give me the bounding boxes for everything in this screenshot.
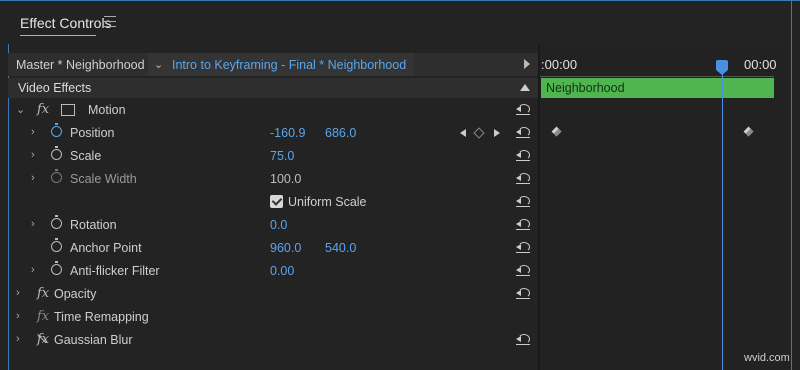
video-effects-title: Video Effects xyxy=(18,81,92,95)
panel-frame-right xyxy=(791,0,792,370)
time-ruler[interactable] xyxy=(540,76,774,77)
panel-title[interactable]: Effect Controls xyxy=(20,15,112,31)
chevron-right-icon[interactable]: › xyxy=(31,264,35,276)
panel-title-underline xyxy=(20,35,96,36)
add-keyframe-icon[interactable] xyxy=(473,127,485,139)
chevron-right-icon[interactable]: › xyxy=(31,126,35,138)
video-effects-header: Video Effects xyxy=(8,78,538,98)
source-row: Master * Neighborhood ⌄ Intro to Keyfram… xyxy=(8,53,538,76)
rotation-value[interactable]: 0.0 xyxy=(270,218,287,232)
effect-name-motion: Motion xyxy=(88,103,126,117)
property-row-rotation: › Rotation 0.0 xyxy=(8,214,538,237)
stopwatch-icon[interactable] xyxy=(51,215,62,229)
fx-icon[interactable]: fx xyxy=(37,102,49,117)
timeline-clip[interactable]: Neighborhood xyxy=(541,78,774,98)
chevron-right-icon[interactable]: › xyxy=(16,310,20,322)
property-label-position: Position xyxy=(70,126,115,140)
chevron-expanded-icon[interactable]: ⌄ xyxy=(16,103,25,116)
uniform-scale-checkbox[interactable] xyxy=(270,195,283,208)
property-row-uniform-scale: Uniform Scale xyxy=(8,191,538,214)
reset-icon[interactable] xyxy=(516,264,532,276)
chevron-down-icon[interactable]: ⌄ xyxy=(154,58,163,71)
scale-width-value: 100.0 xyxy=(270,172,302,186)
stopwatch-icon[interactable] xyxy=(51,261,62,275)
property-label-anchor-point: Anchor Point xyxy=(70,241,142,255)
timecode-end: 00:00 xyxy=(744,57,777,72)
reset-icon[interactable] xyxy=(516,218,532,230)
reset-icon[interactable] xyxy=(516,241,532,253)
chevron-right-icon[interactable]: › xyxy=(16,287,20,299)
scale-value[interactable]: 75.0 xyxy=(270,149,294,163)
anchor-x-value[interactable]: 960.0 xyxy=(270,241,301,255)
property-row-anti-flicker: › Anti-flicker Filter 0.00 xyxy=(8,260,538,283)
property-label-anti-flicker: Anti-flicker Filter xyxy=(70,264,160,278)
effect-controls-panel: Effect Controls Master * Neighborhood ⌄ … xyxy=(0,0,800,370)
effect-row-opacity[interactable]: › fx Opacity xyxy=(8,283,538,306)
effect-name-gaussian-blur: Gaussian Blur xyxy=(54,333,133,347)
property-label-rotation: Rotation xyxy=(70,218,117,232)
property-label-scale-width: Scale Width xyxy=(70,172,137,186)
chevron-right-icon[interactable]: › xyxy=(31,149,35,161)
position-y-value[interactable]: 686.0 xyxy=(325,126,356,140)
uniform-scale-label[interactable]: Uniform Scale xyxy=(288,195,367,209)
timecode-start: :00:00 xyxy=(541,57,578,72)
chevron-right-icon[interactable]: › xyxy=(16,333,20,345)
timeline-clip-name: Neighborhood xyxy=(546,81,625,95)
reset-icon[interactable] xyxy=(516,333,532,345)
stopwatch-icon xyxy=(51,169,62,183)
playhead-line xyxy=(722,70,723,370)
property-label-scale: Scale xyxy=(70,149,102,163)
reset-icon[interactable] xyxy=(516,149,532,161)
stopwatch-icon[interactable] xyxy=(51,238,62,252)
chevron-right-icon[interactable]: › xyxy=(31,172,35,184)
chevron-right-icon[interactable]: › xyxy=(31,218,35,230)
effect-name-opacity: Opacity xyxy=(54,287,97,301)
reset-icon[interactable] xyxy=(516,195,532,207)
clip-dropdown[interactable]: ⌄ Intro to Keyframing - Final * Neighbor… xyxy=(148,53,414,76)
fx-icon[interactable]: fx xyxy=(37,286,49,301)
property-row-anchor-point: Anchor Point 960.0 540.0 xyxy=(8,237,538,260)
show-timeline-arrow-icon[interactable] xyxy=(524,59,530,69)
effect-row-motion[interactable]: ⌄ fx Motion xyxy=(8,99,538,122)
reset-icon[interactable] xyxy=(516,287,532,299)
fx-icon: fx xyxy=(37,309,50,324)
effect-list: Video Effects ⌄ fx Motion › Position -16… xyxy=(8,78,538,370)
watermark-text: wvid.com xyxy=(744,352,790,364)
stopwatch-icon[interactable] xyxy=(51,146,62,160)
motion-transform-icon[interactable] xyxy=(61,104,75,116)
fx-bypassed-icon[interactable]: fx xyxy=(37,332,49,347)
clip-dropdown-value[interactable]: Intro to Keyframing - Final * Neighborho… xyxy=(172,58,406,72)
next-keyframe-icon[interactable] xyxy=(494,129,500,137)
anchor-y-value[interactable]: 540.0 xyxy=(325,241,356,255)
playhead-handle[interactable] xyxy=(716,60,728,75)
effect-name-time-remapping: Time Remapping xyxy=(54,310,149,324)
reset-icon[interactable] xyxy=(516,126,532,138)
stopwatch-icon[interactable] xyxy=(51,123,62,137)
position-x-value[interactable]: -160.9 xyxy=(270,126,305,140)
property-row-position: › Position -160.9 686.0 xyxy=(8,122,538,145)
property-row-scale-width: › Scale Width 100.0 xyxy=(8,168,538,191)
panel-header: Effect Controls xyxy=(0,0,800,45)
previous-keyframe-icon[interactable] xyxy=(460,129,466,137)
reset-icon[interactable] xyxy=(516,103,532,115)
hamburger-menu-icon[interactable] xyxy=(104,16,116,27)
reset-icon[interactable] xyxy=(516,172,532,184)
anti-flicker-value[interactable]: 0.00 xyxy=(270,264,294,278)
collapse-up-icon[interactable] xyxy=(520,84,530,91)
effect-row-gaussian-blur[interactable]: › fx Gaussian Blur xyxy=(8,329,538,352)
effect-row-time-remapping[interactable]: › fx Time Remapping xyxy=(8,306,538,329)
property-row-scale: › Scale 75.0 xyxy=(8,145,538,168)
master-clip-label[interactable]: Master * Neighborhood xyxy=(16,58,145,72)
